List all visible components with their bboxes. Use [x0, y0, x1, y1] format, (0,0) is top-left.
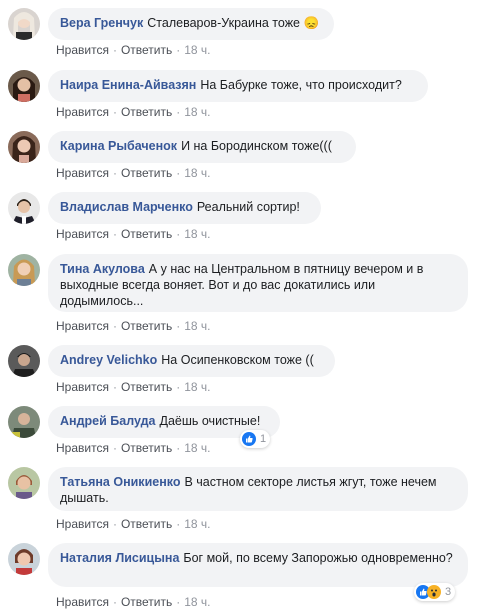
- like-link[interactable]: Нравится: [56, 43, 109, 57]
- comment-bubble: Andrey Velichko На Осипенковском тоже ((: [48, 345, 335, 377]
- separator: ·: [176, 166, 181, 180]
- comment-actions: Нравится · Ответить · 18 ч.: [56, 227, 211, 241]
- avatar[interactable]: [8, 345, 40, 377]
- comment-text: Реальний сортир!: [196, 200, 300, 214]
- avatar[interactable]: [8, 467, 40, 499]
- reply-link[interactable]: Ответить: [121, 517, 172, 531]
- comment-author[interactable]: Карина Рыбаченок: [60, 139, 177, 153]
- comment-text: Бог мой, по всему Запорожью одновременно…: [183, 551, 453, 565]
- separator: ·: [176, 319, 181, 333]
- comment-author[interactable]: Андрей Балуда: [60, 414, 156, 428]
- separator: ·: [176, 441, 181, 455]
- separator: ·: [176, 595, 181, 609]
- comment-actions: Нравится · Ответить · 18 ч.: [56, 43, 211, 57]
- comment-author[interactable]: Andrey Velichko: [60, 353, 157, 367]
- disappointed-emoji-icon: 😞: [303, 16, 320, 30]
- comment-actions: Нравится · Ответить · 18 ч.: [56, 517, 211, 531]
- timestamp[interactable]: 18 ч.: [184, 595, 210, 609]
- like-link[interactable]: Нравится: [56, 595, 109, 609]
- timestamp[interactable]: 18 ч.: [184, 441, 210, 455]
- comment-actions: Нравится · Ответить · 18 ч.: [56, 166, 211, 180]
- comment-actions: Нравится · Ответить · 18 ч.: [56, 380, 211, 394]
- wow-icon: [427, 585, 441, 599]
- comment-bubble: Наталия Лисицына Бог мой, по всему Запоро…: [48, 543, 468, 587]
- timestamp[interactable]: 18 ч.: [184, 319, 210, 333]
- timestamp[interactable]: 18 ч.: [184, 166, 210, 180]
- comment-author[interactable]: Татьяна Оникиенко: [60, 475, 180, 489]
- separator: ·: [112, 319, 117, 333]
- avatar[interactable]: [8, 543, 40, 575]
- separator: ·: [112, 166, 117, 180]
- reply-link[interactable]: Ответить: [121, 166, 172, 180]
- like-link[interactable]: Нравится: [56, 441, 109, 455]
- comment-text: На Бабурке тоже, что происходит?: [200, 78, 402, 92]
- comment-author[interactable]: Владислав Марченко: [60, 200, 193, 214]
- comment-author[interactable]: Наира Енина-Айвазян: [60, 78, 196, 92]
- separator: ·: [176, 517, 181, 531]
- separator: ·: [176, 380, 181, 394]
- separator: ·: [176, 105, 181, 119]
- avatar[interactable]: [8, 8, 40, 40]
- separator: ·: [176, 43, 181, 57]
- comment-bubble: Карина Рыбаченок И на Бородинском тоже(((: [48, 131, 356, 163]
- avatar[interactable]: [8, 406, 40, 438]
- reactions-badge[interactable]: 1: [240, 430, 271, 448]
- reaction-count: 3: [445, 586, 452, 598]
- comment-author[interactable]: Тина Акулова: [60, 262, 145, 276]
- separator: ·: [176, 227, 181, 241]
- reply-link[interactable]: Ответить: [121, 319, 172, 333]
- reply-link[interactable]: Ответить: [121, 595, 172, 609]
- timestamp[interactable]: 18 ч.: [184, 380, 210, 394]
- separator: ·: [112, 380, 117, 394]
- separator: ·: [112, 43, 117, 57]
- timestamp[interactable]: 18 ч.: [184, 43, 210, 57]
- like-link[interactable]: Нравится: [56, 517, 109, 531]
- timestamp[interactable]: 18 ч.: [184, 227, 210, 241]
- separator: ·: [112, 227, 117, 241]
- comment-bubble: Тина Акулова А у нас на Центральном в пят…: [48, 254, 468, 312]
- separator: ·: [112, 105, 117, 119]
- separator: ·: [112, 595, 117, 609]
- comment-text: Сталеваров-Украина тоже: [147, 16, 301, 30]
- reply-link[interactable]: Ответить: [121, 380, 172, 394]
- reactions-badge[interactable]: 3: [414, 583, 456, 601]
- comment-actions: Нравится · Ответить · 18 ч.: [56, 441, 211, 455]
- comment-bubble: Татьяна Оникиенко В частном секторе листь…: [48, 467, 468, 511]
- comment-bubble: Наира Енина-Айвазян На Бабурке тоже, что …: [48, 70, 428, 102]
- avatar[interactable]: [8, 254, 40, 286]
- reaction-count: 1: [260, 433, 267, 445]
- like-link[interactable]: Нравится: [56, 227, 109, 241]
- avatar[interactable]: [8, 70, 40, 102]
- comment-bubble: Владислав Марченко Реальний сортир!: [48, 192, 321, 224]
- separator: ·: [112, 441, 117, 455]
- like-link[interactable]: Нравится: [56, 166, 109, 180]
- comment-bubble: Вера Гренчук Сталеваров-Украина тоже 😞: [48, 8, 334, 40]
- comment-author[interactable]: Вера Гренчук: [60, 16, 143, 30]
- comment-text: Даёшь очистные!: [159, 414, 261, 428]
- avatar[interactable]: [8, 131, 40, 163]
- comment-actions: Нравится · Ответить · 18 ч.: [56, 105, 211, 119]
- like-link[interactable]: Нравится: [56, 380, 109, 394]
- like-icon: [242, 432, 256, 446]
- reply-link[interactable]: Ответить: [121, 105, 172, 119]
- comment-author[interactable]: Наталия Лисицына: [60, 551, 179, 565]
- comment-text: И на Бородинском тоже(((: [181, 139, 332, 153]
- timestamp[interactable]: 18 ч.: [184, 105, 210, 119]
- timestamp[interactable]: 18 ч.: [184, 517, 210, 531]
- reply-link[interactable]: Ответить: [121, 441, 172, 455]
- reply-link[interactable]: Ответить: [121, 227, 172, 241]
- separator: ·: [112, 517, 117, 531]
- reply-link[interactable]: Ответить: [121, 43, 172, 57]
- comment-text: На Осипенковском тоже ((: [161, 353, 314, 367]
- comment-actions: Нравится · Ответить · 18 ч.: [56, 319, 211, 333]
- like-link[interactable]: Нравится: [56, 319, 109, 333]
- like-link[interactable]: Нравится: [56, 105, 109, 119]
- avatar[interactable]: [8, 192, 40, 224]
- comment-actions: Нравится · Ответить · 18 ч.: [56, 595, 211, 609]
